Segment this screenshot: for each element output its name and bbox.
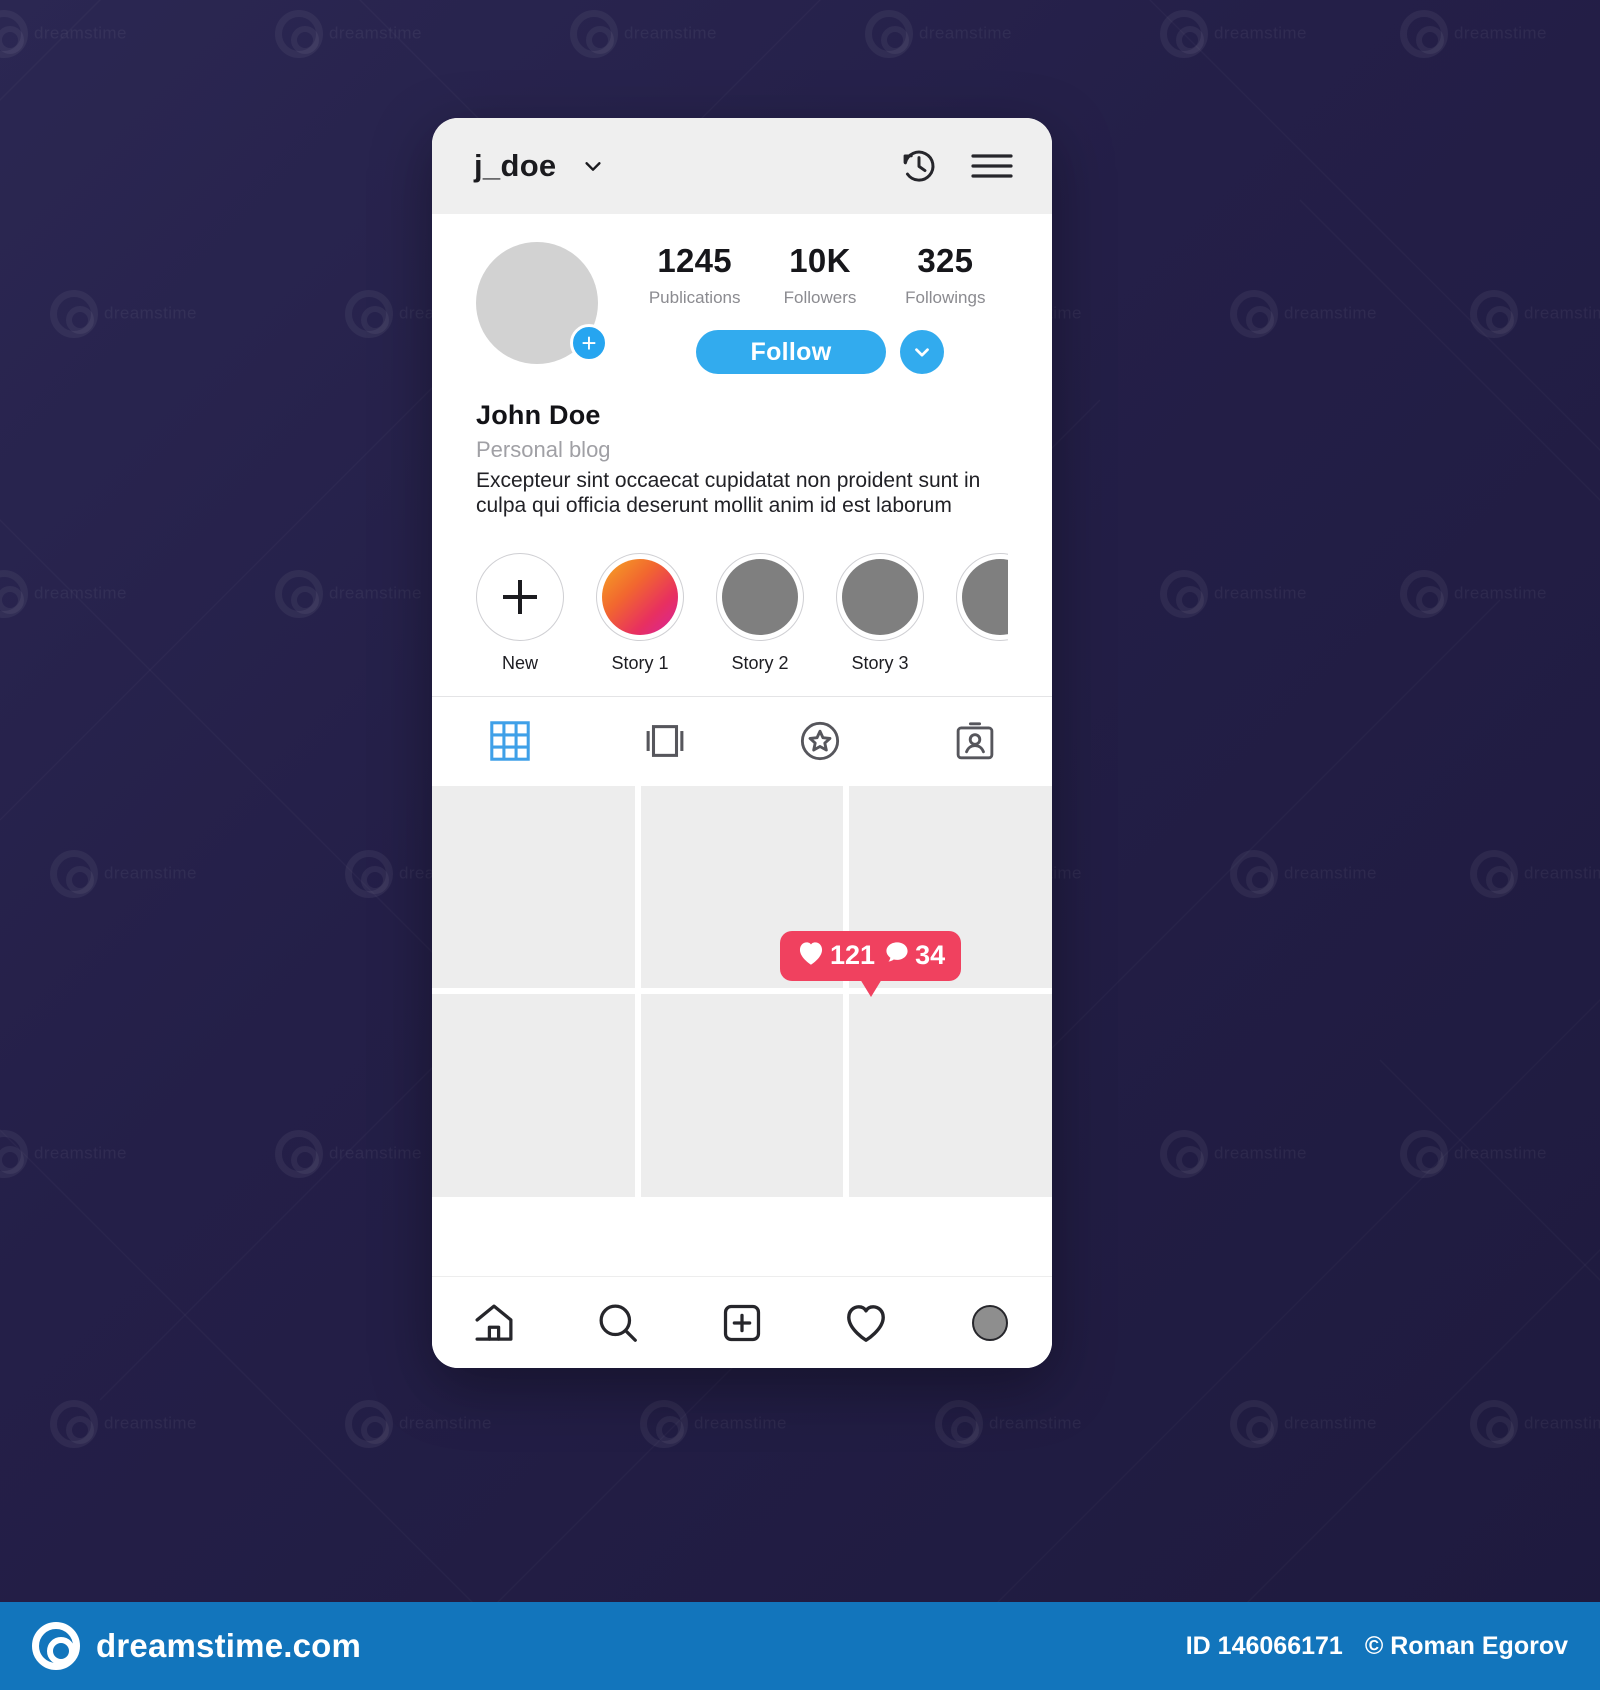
- tab-grid[interactable]: [432, 697, 587, 786]
- profile-section: + 1245 Publications 10K Followers 325 Fo…: [432, 214, 1052, 696]
- profile-bio: John Doe Personal blog Excepteur sint oc…: [476, 400, 1008, 519]
- stat-followers[interactable]: 10K Followers: [757, 242, 882, 308]
- comments-count: 34: [915, 940, 946, 971]
- story-highlight-ring: [596, 552, 684, 641]
- profile-header-row: + 1245 Publications 10K Followers 325 Fo…: [476, 242, 1008, 374]
- plus-circle-icon[interactable]: +: [570, 324, 608, 362]
- profile-display-name: John Doe: [476, 400, 601, 430]
- engagement-badge: 121 34: [780, 930, 962, 997]
- tab-saved[interactable]: [742, 697, 897, 786]
- avatar-wrapper[interactable]: +: [476, 242, 608, 364]
- story-highlight-label: Story 3: [851, 652, 909, 673]
- story-highlight-1[interactable]: New: [476, 552, 564, 674]
- nav-profile[interactable]: [928, 1304, 1052, 1341]
- stat-value: 1245: [657, 242, 732, 279]
- stat-label: Followers: [783, 288, 857, 307]
- story-thumbnail: [722, 558, 798, 635]
- post-cell[interactable]: [432, 994, 635, 1197]
- stock-site-footer: dreamstime.com ID 146066171 © Roman Egor…: [0, 1602, 1600, 1690]
- story-highlight-ring: [716, 552, 804, 641]
- posts-grid-wrapper: 121 34: [432, 785, 1052, 1276]
- follow-more-chevron-down-icon[interactable]: [900, 330, 944, 374]
- nav-search[interactable]: [556, 1300, 680, 1346]
- nav-likes[interactable]: [804, 1300, 928, 1346]
- post-cell[interactable]: [432, 785, 635, 989]
- story-highlight-label: Story 1: [611, 652, 669, 673]
- profile-action-row: Follow: [632, 330, 1008, 374]
- footer-copyright: © Roman Egorov: [1364, 1631, 1568, 1660]
- footer-branding: dreamstime.com: [32, 1622, 361, 1670]
- story-thumbnail: [602, 558, 678, 635]
- footer-image-id: ID 146066171: [1185, 1631, 1343, 1660]
- follow-button[interactable]: Follow: [696, 330, 886, 374]
- chevron-down-icon[interactable]: [582, 155, 604, 177]
- likes-group: 121: [796, 939, 875, 973]
- stat-value: 10K: [789, 242, 851, 279]
- avatar-icon: [972, 1304, 1008, 1341]
- profile-tabbar: [432, 695, 1052, 786]
- story-highlight-4[interactable]: Story 3: [836, 552, 924, 674]
- stats-and-actions: 1245 Publications 10K Followers 325 Foll…: [598, 242, 1008, 374]
- story-highlight-5[interactable]: [956, 552, 1008, 674]
- story-highlight-ring: [836, 552, 924, 641]
- story-thumbnail: [962, 558, 1008, 635]
- posts-grid[interactable]: [432, 785, 1052, 1276]
- story-highlight-label: New: [501, 652, 538, 673]
- tab-tagged[interactable]: [897, 697, 1052, 786]
- story-highlight-2[interactable]: Story 1: [596, 552, 684, 674]
- profile-stats: 1245 Publications 10K Followers 325 Foll…: [632, 242, 1008, 308]
- comment-bubble-icon: [883, 939, 911, 973]
- footer-brand-text: dreamstime.com: [96, 1627, 362, 1664]
- stat-value: 325: [917, 242, 974, 279]
- story-thumbnail: [842, 558, 918, 635]
- nav-add[interactable]: [680, 1300, 804, 1346]
- post-cell[interactable]: [640, 994, 844, 1197]
- story-highlights-row[interactable]: New Story 1 Story 2 Story 3: [476, 552, 1008, 696]
- footer-meta: ID 146066171 © Roman Egorov: [1186, 1632, 1568, 1661]
- heart-icon: [796, 939, 826, 973]
- spiral-logo-icon: [32, 1622, 80, 1670]
- stat-publications[interactable]: 1245 Publications: [632, 242, 757, 308]
- profile-username: j_doe: [474, 148, 557, 183]
- nav-home[interactable]: [432, 1300, 556, 1346]
- story-highlight-3[interactable]: Story 2: [716, 552, 804, 674]
- story-highlight-ring: [956, 552, 1008, 641]
- stat-label: Publications: [648, 288, 741, 307]
- plus-icon: [482, 558, 558, 635]
- comments-group: 34: [883, 939, 945, 973]
- phone-mockup: j_doe + 1245 Publications 10K Followers …: [432, 118, 1052, 1368]
- bottom-navigation-bar: [432, 1276, 1052, 1368]
- post-cell[interactable]: [849, 994, 1052, 1197]
- hamburger-menu-icon[interactable]: [970, 149, 1014, 183]
- history-clock-icon[interactable]: [898, 145, 940, 187]
- story-highlight-ring: [476, 552, 564, 641]
- app-top-bar: j_doe: [432, 118, 1052, 214]
- profile-category: Personal blog: [476, 437, 611, 462]
- tab-carousel[interactable]: [587, 697, 742, 786]
- stat-label: Followings: [905, 288, 986, 307]
- story-highlight-label: Story 2: [731, 652, 789, 673]
- stat-followings[interactable]: 325 Followings: [883, 242, 1008, 308]
- profile-bio-text: Excepteur sint occaecat cupidatat non pr…: [476, 469, 981, 517]
- likes-count: 121: [830, 940, 876, 971]
